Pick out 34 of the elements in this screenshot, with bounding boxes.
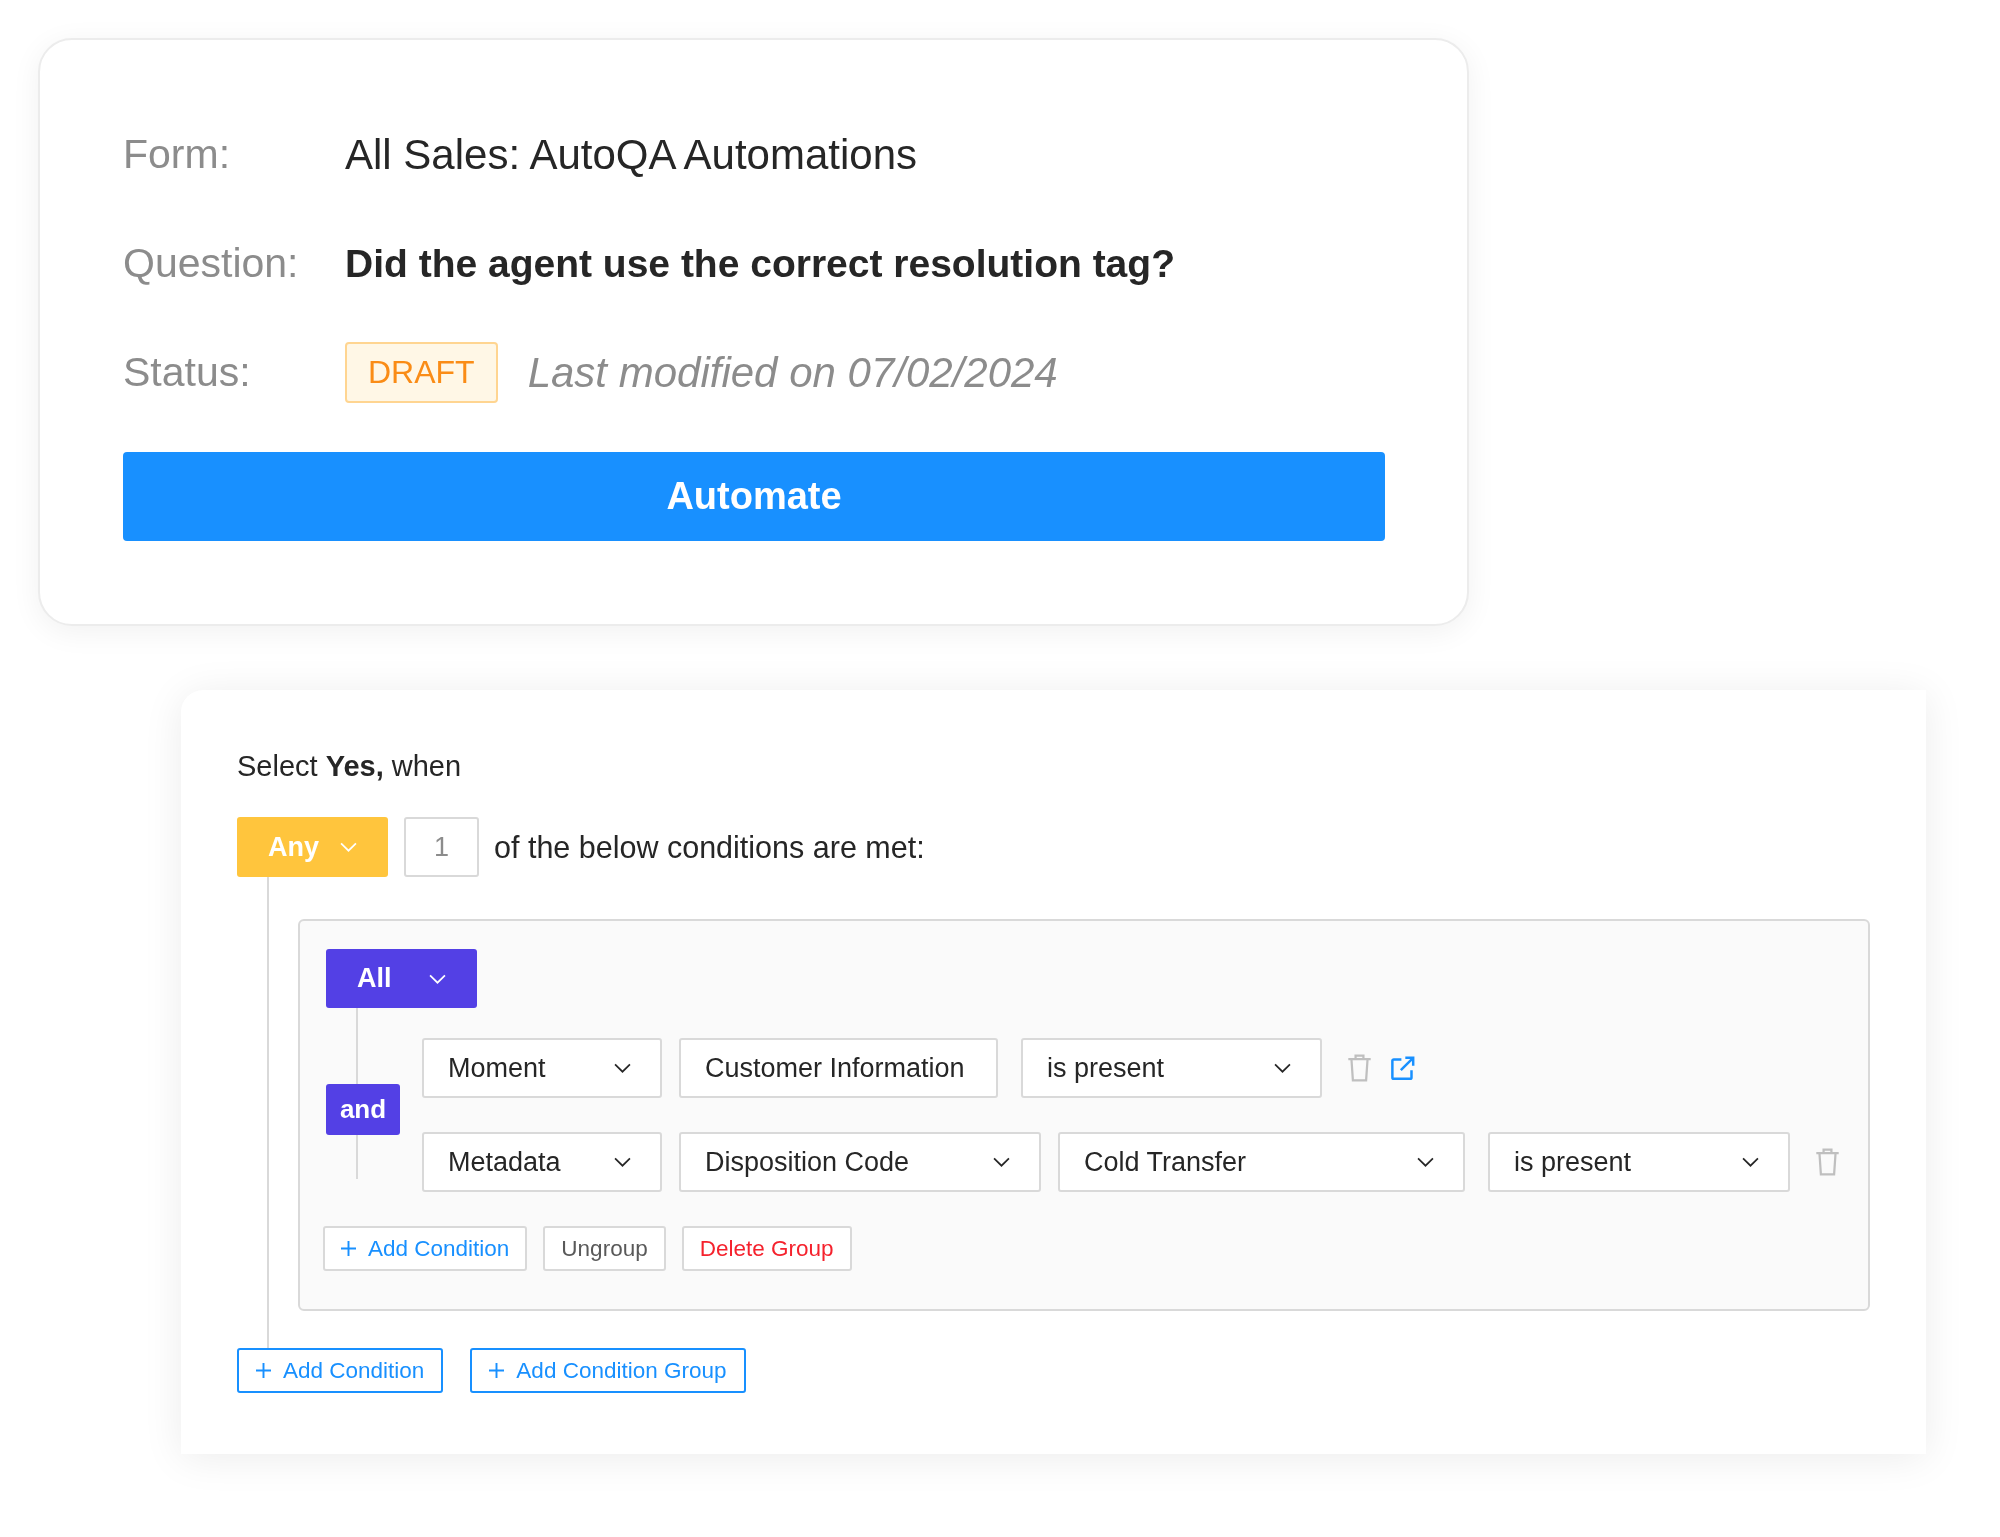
caret-icon <box>614 1063 631 1073</box>
plus-icon <box>341 1241 356 1256</box>
condition-dropdown[interactable]: Moment <box>422 1038 662 1098</box>
field-label: Question: <box>123 240 300 287</box>
status-badge: DRAFT <box>345 342 498 403</box>
caret-icon <box>1417 1157 1434 1167</box>
group-mode-dropdown[interactable]: All <box>326 949 477 1008</box>
plus-icon <box>489 1363 505 1378</box>
caret-icon <box>340 842 357 852</box>
plus-icon <box>256 1363 271 1378</box>
trash-icon[interactable] <box>1347 1054 1372 1082</box>
field-value: All Sales: AutoQA Automations <box>345 130 917 179</box>
caret-icon <box>1274 1063 1291 1073</box>
joiner-badge: and <box>326 1084 400 1135</box>
trash-icon[interactable] <box>1815 1148 1840 1176</box>
condition-dropdown[interactable]: Disposition Code <box>679 1132 1041 1192</box>
caret-icon <box>1742 1157 1759 1167</box>
condition-dropdown[interactable]: is present <box>1021 1038 1322 1098</box>
modified-note: Last modified on 07/02/2024 <box>527 348 1058 397</box>
question-text: Did the agent use the correct resolution tag? <box>345 241 1175 286</box>
rule-heading: Select Yes, when <box>237 749 462 784</box>
condition-dropdown[interactable]: Metadata <box>422 1132 662 1192</box>
field-label: Status: <box>123 349 252 396</box>
secondary-button[interactable]: Ungroup <box>543 1226 666 1271</box>
external-link-icon[interactable] <box>1389 1054 1416 1082</box>
field-label: Form: <box>123 131 232 178</box>
danger-button[interactable]: Delete Group <box>681 1226 852 1271</box>
caret-icon <box>429 973 446 984</box>
caret-icon <box>993 1157 1010 1167</box>
condition-dropdown[interactable]: Cold Transfer <box>1058 1132 1465 1192</box>
condition-dropdown[interactable]: is present <box>1488 1132 1790 1192</box>
caret-icon <box>614 1157 631 1167</box>
text-field[interactable]: Customer Information <box>679 1038 998 1098</box>
match-text: of the below conditions are met: <box>494 829 925 865</box>
